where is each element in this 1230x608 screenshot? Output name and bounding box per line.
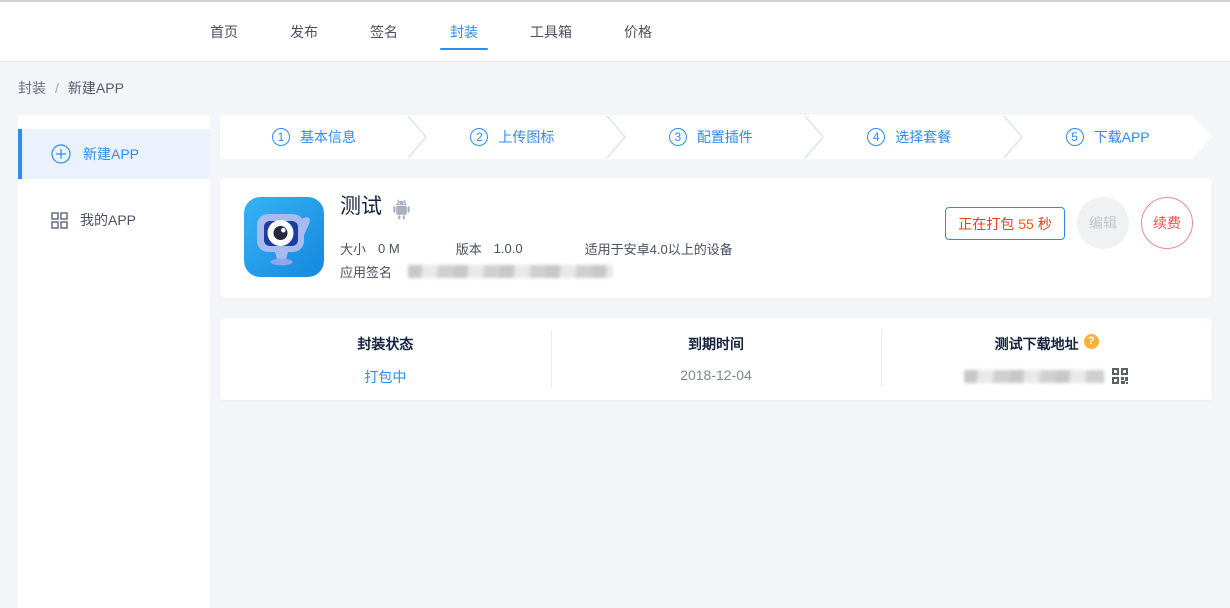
compatibility-note: 适用于安卓4.0以上的设备 — [585, 239, 733, 258]
nav-tab-package[interactable]: 封装 — [450, 2, 478, 62]
nav-tab-price[interactable]: 价格 — [624, 2, 652, 62]
size-value: 0 M — [378, 241, 400, 256]
packing-status-button[interactable]: 正在打包 55 秒 — [945, 207, 1065, 240]
sidebar-item-new-app[interactable]: 新建APP — [18, 129, 210, 179]
app-icon — [244, 197, 324, 277]
signature-label: 应用签名 — [340, 262, 392, 281]
size-label: 大小 — [340, 239, 366, 258]
packing-seconds: 55 — [1018, 216, 1034, 232]
redacted-download-url[interactable] — [964, 370, 1104, 383]
app-meta-row: 大小 0 M 版本 1.0.0 适用于安卓4.0以上的设备 — [340, 239, 733, 258]
package-status-value: 打包中 — [220, 367, 551, 387]
download-url-header: 测试下载地址? — [881, 334, 1212, 354]
package-status-column: 封装状态 打包中 — [220, 318, 551, 400]
step-configure-plugins[interactable]: 3 配置插件 — [617, 115, 815, 159]
step-label: 下载APP — [1094, 127, 1150, 147]
sidebar-item-label: 我的APP — [80, 210, 136, 230]
sidebar-item-label: 新建APP — [83, 144, 139, 164]
nav-tab-sign[interactable]: 签名 — [370, 2, 398, 62]
version-value: 1.0.0 — [494, 241, 523, 256]
qr-code-icon[interactable] — [1111, 367, 1129, 385]
app-signature-row: 应用签名 — [340, 262, 613, 281]
step-number-badge: 3 — [669, 128, 687, 146]
nav-tab-publish[interactable]: 发布 — [290, 2, 318, 62]
app-header: 测试 — [340, 192, 411, 222]
edit-button[interactable]: 编辑 — [1077, 197, 1129, 249]
step-number-badge: 2 — [470, 128, 488, 146]
step-label: 配置插件 — [697, 127, 753, 147]
breadcrumb: 封装 / 新建APP — [18, 78, 124, 98]
main-content: 1 基本信息 2 上传图标 3 配置插件 4 选择套餐 5 下载APP — [220, 115, 1212, 400]
help-icon[interactable]: ? — [1084, 334, 1099, 349]
download-url-column: 测试下载地址? — [881, 318, 1212, 400]
step-label: 选择套餐 — [895, 127, 951, 147]
download-url-value — [881, 367, 1212, 385]
breadcrumb-current: 新建APP — [68, 80, 124, 96]
step-number-badge: 5 — [1066, 128, 1084, 146]
step-select-plan[interactable]: 4 选择套餐 — [815, 115, 1013, 159]
renew-button[interactable]: 续费 — [1141, 197, 1193, 249]
expiry-value: 2018-12-04 — [551, 367, 882, 383]
breadcrumb-separator: / — [55, 80, 59, 96]
redacted-signature-value — [408, 265, 613, 278]
status-card: 封装状态 打包中 到期时间 2018-12-04 测试下载地址? — [220, 318, 1212, 400]
expiry-header: 到期时间 — [551, 334, 882, 354]
sidebar: 新建APP 我的APP — [18, 115, 210, 608]
package-status-header: 封装状态 — [220, 334, 551, 354]
app-title: 测试 — [340, 192, 382, 222]
version-label: 版本 — [456, 239, 482, 258]
step-label: 基本信息 — [300, 127, 356, 147]
android-icon — [392, 199, 411, 220]
step-number-badge: 1 — [272, 128, 290, 146]
step-label: 上传图标 — [498, 127, 554, 147]
step-basic-info[interactable]: 1 基本信息 — [220, 115, 418, 159]
breadcrumb-section[interactable]: 封装 — [18, 80, 46, 96]
app-card: 测试 大小 0 M 版本 1.0.0 适用于安卓4.0以上的设备 — [220, 178, 1212, 298]
expiry-column: 到期时间 2018-12-04 — [551, 318, 882, 400]
step-wizard: 1 基本信息 2 上传图标 3 配置插件 4 选择套餐 5 下载APP — [220, 115, 1212, 159]
plus-circle-icon — [51, 144, 71, 164]
packing-suffix: 秒 — [1038, 214, 1052, 234]
nav-tab-home[interactable]: 首页 — [210, 2, 238, 62]
step-upload-icon[interactable]: 2 上传图标 — [418, 115, 616, 159]
packing-prefix: 正在打包 — [958, 214, 1014, 234]
step-download-app[interactable]: 5 下载APP — [1014, 115, 1212, 159]
sidebar-item-my-apps[interactable]: 我的APP — [18, 195, 210, 245]
nav-tab-toolbox[interactable]: 工具箱 — [530, 2, 572, 62]
top-nav: 首页 发布 签名 封装 工具箱 价格 — [0, 2, 1230, 62]
step-number-badge: 4 — [867, 128, 885, 146]
download-url-header-label: 测试下载地址 — [995, 336, 1079, 352]
grid-icon — [51, 212, 68, 229]
